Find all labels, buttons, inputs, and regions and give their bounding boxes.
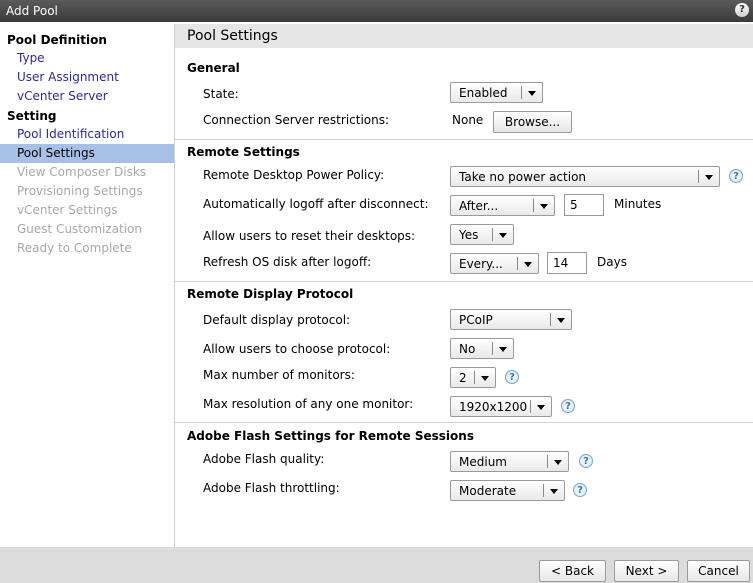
sidebar-item-pool-settings[interactable]: Pool Settings [0,144,174,163]
wizard-footer: < Back Next > Cancel [0,547,753,583]
logoff-minutes-input[interactable] [564,194,604,216]
dropdown-separator [533,199,534,212]
sidebar-section-setting: Setting [7,109,57,123]
auto-logoff-label: Automatically logoff after disconnect: [203,197,429,211]
flash-throttling-value: Moderate [459,484,517,498]
chevron-down-icon [499,347,507,352]
flash-throttling-dropdown[interactable]: Moderate [450,480,565,501]
chevron-down-icon [705,175,713,180]
reset-desktops-value: Yes [459,228,479,242]
cancel-button[interactable]: Cancel [687,560,750,582]
help-icon[interactable]: ? [573,483,587,497]
refresh-os-disk-dropdown[interactable]: Every... [450,253,539,274]
state-value: Enabled [459,86,508,100]
dropdown-separator [543,484,544,497]
section-divider [175,422,753,423]
section-general-title: General [187,61,240,75]
flash-quality-label: Adobe Flash quality: [203,452,325,466]
power-policy-dropdown[interactable]: Take no power action [450,166,720,187]
flash-quality-value: Medium [459,455,507,469]
section-divider [175,281,753,282]
chevron-down-icon [499,233,507,238]
dropdown-separator [492,342,493,355]
section-display-protocol-title: Remote Display Protocol [187,287,354,301]
dropdown-separator [547,455,548,468]
dropdown-separator [698,170,699,183]
max-monitors-label: Max number of monitors: [203,368,355,382]
sidebar-item-provisioning-settings: Provisioning Settings [17,184,143,198]
max-monitors-value: 2 [459,371,467,385]
browse-button[interactable]: Browse... [493,111,572,133]
sidebar-item-pool-identification[interactable]: Pool Identification [0,125,174,144]
state-dropdown[interactable]: Enabled [450,82,543,103]
max-resolution-value: 1920x1200 [459,400,528,414]
sidebar-item-ready-to-complete: Ready to Complete [17,241,132,255]
dropdown-separator [521,86,522,99]
max-resolution-label: Max resolution of any one monitor: [203,397,414,411]
sidebar-item-user-assignment[interactable]: User Assignment [0,68,174,87]
flash-quality-dropdown[interactable]: Medium [450,451,569,472]
power-policy-value: Take no power action [459,170,587,184]
page-header: Pool Settings [175,24,753,48]
flash-throttling-label: Adobe Flash throttling: [203,481,340,495]
wizard-sidebar: Pool Definition Type User Assignment vCe… [0,24,175,547]
chevron-down-icon [537,405,545,410]
chevron-down-icon [524,262,532,267]
connection-server-value: None [452,113,484,127]
dropdown-separator [517,257,518,270]
window-title: Add Pool [6,4,58,18]
main-panel: Pool Settings General State: Enabled Con… [175,24,753,547]
sidebar-item-type[interactable]: Type [0,49,174,68]
section-divider [175,139,753,140]
power-policy-label: Remote Desktop Power Policy: [203,168,385,182]
help-icon[interactable]: ? [729,169,743,183]
dropdown-separator [492,228,493,241]
choose-protocol-dropdown[interactable]: No [450,338,514,359]
sidebar-section-pool-definition: Pool Definition [7,33,107,47]
max-resolution-dropdown[interactable]: 1920x1200 [450,396,552,417]
chevron-down-icon [528,91,536,96]
help-icon[interactable]: ? [561,399,575,413]
refresh-os-disk-value: Every... [459,257,503,271]
default-protocol-value: PCoIP [459,313,493,327]
connection-server-label: Connection Server restrictions: [203,113,390,127]
default-protocol-label: Default display protocol: [203,313,351,327]
refresh-os-disk-label: Refresh OS disk after logoff: [203,255,372,269]
section-adobe-flash-title: Adobe Flash Settings for Remote Sessions [187,429,474,443]
chevron-down-icon [481,376,489,381]
default-protocol-dropdown[interactable]: PCoIP [450,309,572,330]
chevron-down-icon [550,489,558,494]
reset-desktops-dropdown[interactable]: Yes [450,224,514,245]
reset-desktops-label: Allow users to reset their desktops: [203,229,416,243]
choose-protocol-value: No [459,342,476,356]
dropdown-separator [550,313,551,326]
page-title: Pool Settings [187,28,278,44]
back-button[interactable]: < Back [539,560,606,582]
max-monitors-dropdown[interactable]: 2 [450,367,496,388]
help-icon[interactable]: ? [579,454,593,468]
chevron-down-icon [557,318,565,323]
sidebar-item-view-composer-disks: View Composer Disks [17,165,147,179]
dropdown-separator [474,371,475,384]
sidebar-item-guest-customization: Guest Customization [17,222,143,236]
sidebar-item-vcenter-server[interactable]: vCenter Server [0,87,174,106]
auto-logoff-dropdown[interactable]: After... [450,195,555,216]
chevron-down-icon [554,460,562,465]
refresh-days-unit: Days [597,255,627,269]
logoff-minutes-unit: Minutes [614,197,662,211]
help-icon[interactable]: ? [735,3,749,17]
auto-logoff-value: After... [459,199,499,213]
refresh-days-input[interactable] [547,252,587,274]
title-bar: Add Pool ? [0,0,753,22]
section-remote-settings-title: Remote Settings [187,145,300,159]
sidebar-item-vcenter-settings: vCenter Settings [17,203,118,217]
choose-protocol-label: Allow users to choose protocol: [203,342,391,356]
chevron-down-icon [540,204,548,209]
state-label: State: [203,87,239,101]
help-icon[interactable]: ? [505,370,519,384]
dropdown-separator [530,400,531,413]
next-button[interactable]: Next > [614,560,679,582]
